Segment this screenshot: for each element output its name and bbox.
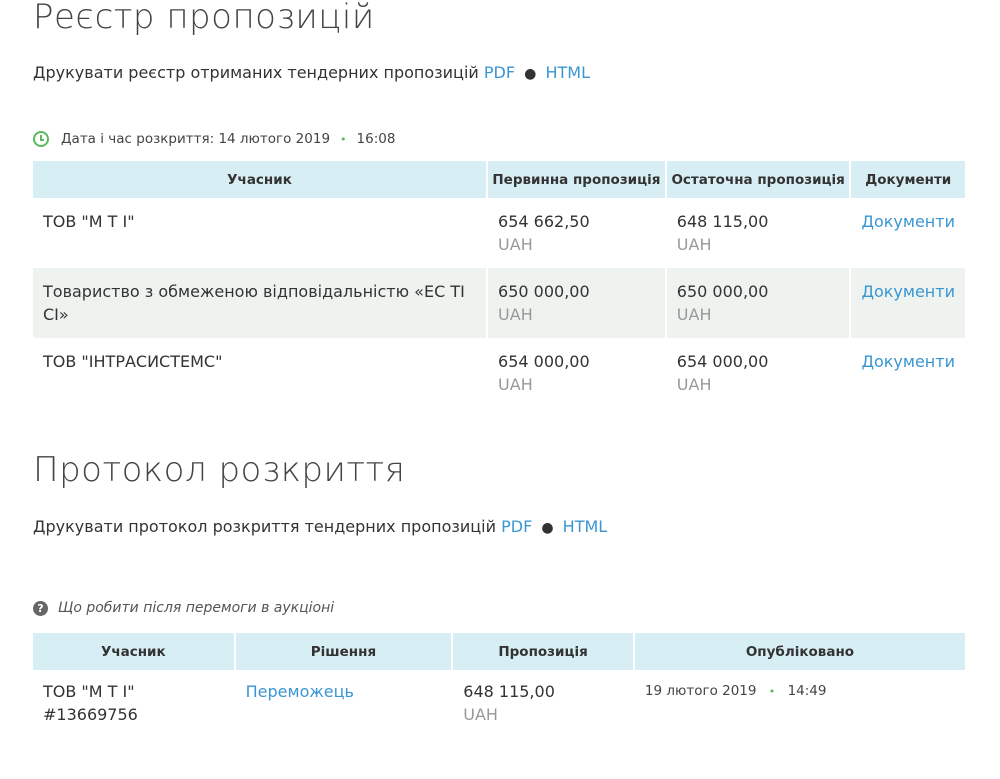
question-icon: ? [33, 600, 48, 616]
help-link[interactable]: ? Що робити після перемоги в аукціоні [33, 600, 334, 616]
protocol-title: Протокол розкриття [33, 450, 406, 490]
participant-name: ТОВ "М Т І" [43, 212, 135, 231]
currency: UAH [676, 305, 712, 324]
documents-link[interactable]: Документи [861, 282, 955, 301]
protocol-html-link[interactable]: HTML [563, 517, 608, 536]
protocol-print-text: Друкувати протокол розкриття тендерних п… [33, 517, 496, 536]
participant-id: #13669756 [43, 705, 138, 724]
registry-pdf-link[interactable]: PDF [484, 63, 515, 82]
final-offer: 650 000,00 UAH [666, 268, 850, 338]
clock-icon [33, 131, 49, 147]
dot-separator: ● [541, 520, 554, 536]
currency: UAH [676, 375, 712, 394]
opening-time: 16:08 [356, 131, 396, 147]
initial-offer: 654 662,50 UAH [488, 198, 665, 268]
published-date: 19 лютого 2019 [644, 683, 757, 699]
participant-name: Товариство з обмеженою відповідальністю … [33, 268, 487, 338]
dot-separator: • [768, 685, 776, 698]
help-text[interactable]: Що робити після перемоги в аукціоні [58, 600, 334, 616]
documents-cell: Документи [851, 198, 965, 268]
dot-separator: • [340, 132, 347, 146]
initial-offer: 654 000,00 UAH [488, 338, 665, 408]
documents-link[interactable]: Документи [861, 212, 955, 231]
final-offer: 654 000,00 UAH [667, 338, 850, 408]
decision-cell: Переможець [236, 670, 452, 738]
final-offer: 648 115,00 UAH [667, 198, 850, 268]
col-header-documents: Документи [851, 161, 965, 198]
table-row: ТОВ "М Т І" #13669756 Переможець 648 115… [33, 670, 965, 738]
amount: 650 000,00 [498, 282, 590, 301]
protocol-table: Учасник Рішення Пропозиція Опубліковано … [31, 633, 967, 738]
amount: 654 000,00 [676, 352, 769, 371]
table-row: Товариство з обмеженою відповідальністю … [33, 268, 965, 338]
currency: UAH [498, 235, 533, 254]
registry-html-link[interactable]: HTML [545, 63, 590, 82]
participant-name: ТОВ "М Т І" [43, 682, 135, 701]
published-cell: 19 лютого 2019 • 14:49 [635, 670, 965, 738]
col-header-participant: Учасник [33, 161, 487, 198]
registry-title: Реєстр пропозицій [33, 0, 375, 37]
col-header-participant: Учасник [33, 633, 234, 670]
currency: UAH [498, 375, 533, 394]
currency: UAH [463, 705, 498, 724]
registry-table: Учасник Первинна пропозиція Остаточна пр… [31, 161, 967, 408]
participant-name: ТОВ "ІНТРАСИСТЕМС" [43, 352, 223, 371]
col-header-initial-offer: Первинна пропозиція [488, 161, 665, 198]
amount: 648 115,00 [676, 212, 769, 231]
amount: 654 662,50 [498, 212, 590, 231]
documents-cell: Документи [851, 268, 965, 338]
participant-cell: ТОВ "М Т І" #13669756 [33, 670, 234, 738]
decision-link[interactable]: Переможець [246, 682, 354, 701]
col-header-decision: Рішення [235, 633, 452, 670]
col-header-final-offer: Остаточна пропозиція [666, 161, 850, 198]
col-header-offer: Пропозиція [453, 633, 633, 670]
currency: UAH [498, 305, 533, 324]
protocol-print-line: Друкувати протокол розкриття тендерних п… [33, 517, 607, 536]
offer-cell: 648 115,00 UAH [453, 670, 633, 738]
currency: UAH [676, 235, 712, 254]
table-row: ТОВ "М Т І" 654 662,50 UAH 648 115,00 UAH … [33, 198, 965, 268]
registry-print-text: Друкувати реєстр отриманих тендерних про… [33, 63, 479, 82]
registry-print-line: Друкувати реєстр отриманих тендерних про… [33, 63, 590, 82]
amount: 650 000,00 [676, 282, 769, 301]
dot-separator: ● [524, 66, 537, 82]
initial-offer: 650 000,00 UAH [488, 268, 665, 338]
col-header-published: Опубліковано [634, 633, 965, 670]
documents-link[interactable]: Документи [861, 352, 955, 371]
published-time: 14:49 [787, 683, 827, 699]
opening-datetime: Дата і час розкриття: 14 лютого 2019 • 1… [33, 131, 395, 147]
opening-date-label: Дата і час розкриття: 14 лютого 2019 [61, 131, 331, 147]
amount: 654 000,00 [498, 352, 590, 371]
documents-cell: Документи [851, 338, 965, 408]
protocol-pdf-link[interactable]: PDF [501, 517, 532, 536]
amount: 648 115,00 [463, 682, 555, 701]
table-row: ТОВ "ІНТРАСИСТЕМС" 654 000,00 UAH 654 000… [33, 338, 965, 408]
